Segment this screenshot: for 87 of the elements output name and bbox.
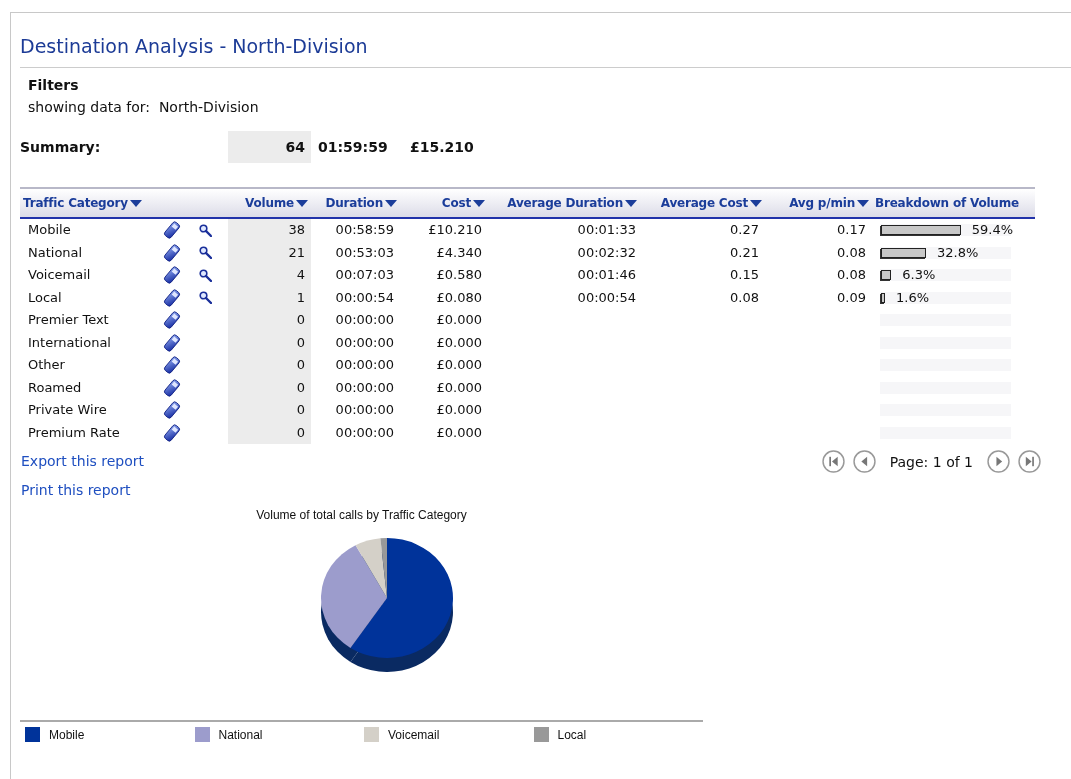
category-cell-text: Premium Rate xyxy=(27,423,121,442)
search-icon[interactable] xyxy=(199,268,212,282)
category-cell-text: Other xyxy=(27,356,66,374)
average-cost-cell-text: 0.08 xyxy=(729,288,760,307)
price-per-minute-cell-text: 0.09 xyxy=(836,288,867,307)
search-icon[interactable] xyxy=(199,223,212,237)
category-cell-text: International xyxy=(27,333,112,352)
column-header[interactable]: Breakdown of Volume xyxy=(872,196,1035,210)
price-per-minute-cell-text: 0.08 xyxy=(836,243,867,262)
cost-cell-text: £4.340 xyxy=(435,243,483,262)
filter-text: showing data for: North-Division xyxy=(28,98,260,117)
first-page-icon[interactable] xyxy=(821,450,845,473)
duration-cell-text: 00:00:00 xyxy=(334,401,395,419)
column-header[interactable]: Cost xyxy=(400,196,488,210)
cost-cell-text: £0.000 xyxy=(435,311,483,329)
legend-label: National xyxy=(218,727,263,742)
volume-cell: 0 xyxy=(228,354,311,377)
chart-title: Volume of total calls by Traffic Category xyxy=(255,507,468,524)
percentage-text: 59.4% xyxy=(971,221,1014,239)
volume-cell: 4 xyxy=(228,264,311,287)
category-cell-text: Premier Text xyxy=(27,311,110,329)
duration-cell-text: 00:53:03 xyxy=(334,243,395,262)
duration-cell-text: 00:00:54 xyxy=(334,288,395,307)
price-per-minute-cell-text: 0.08 xyxy=(836,266,867,284)
average-duration-cell-text: 00:01:46 xyxy=(576,266,637,284)
column-header[interactable]: Average Cost xyxy=(640,196,765,210)
legend-label: Local xyxy=(557,727,587,742)
volume-cell: 0 xyxy=(228,376,311,399)
duration-cell-text: 00:00:00 xyxy=(334,333,395,352)
category-cell-text: Mobile xyxy=(27,221,72,239)
average-duration-cell-text: 00:02:32 xyxy=(576,243,637,262)
cost-cell-text: £0.000 xyxy=(435,401,483,419)
volume-cell: 0 xyxy=(228,421,311,444)
price-per-minute-cell-text: 0.17 xyxy=(836,221,867,239)
duration-cell-text: 00:00:00 xyxy=(334,378,395,397)
percentage-text: 1.6% xyxy=(896,288,930,307)
duration-cell-text: 00:00:00 xyxy=(334,311,395,329)
search-icon[interactable] xyxy=(199,291,212,305)
cost-cell-text: £0.000 xyxy=(435,333,483,352)
summary-label: Summary: xyxy=(20,139,102,155)
duration-cell-text: 00:58:59 xyxy=(334,221,395,239)
page-indicator: Page: 1 of 1 xyxy=(889,453,973,470)
average-cost-cell-text: 0.21 xyxy=(729,243,760,262)
duration-cell-text: 00:07:03 xyxy=(334,266,395,284)
cost-cell-text: £0.080 xyxy=(435,288,483,307)
duration-cell-text: 00:00:00 xyxy=(334,423,395,442)
volume-cell: 0 xyxy=(228,309,311,332)
search-icon[interactable] xyxy=(199,246,212,260)
average-cost-cell-text: 0.27 xyxy=(729,221,760,239)
volume-cell: 0 xyxy=(228,399,311,422)
filters-heading: Filters xyxy=(28,76,80,95)
category-cell-text: Roamed xyxy=(27,378,83,397)
page-title: Destination Analysis - North-Division xyxy=(20,13,1071,68)
cost-cell-text: £0.000 xyxy=(435,378,483,397)
average-duration-cell-text: 00:00:54 xyxy=(576,288,637,307)
last-page-icon[interactable] xyxy=(1018,450,1041,473)
summary-cost: £15.210 xyxy=(409,139,475,155)
category-cell-text: National xyxy=(27,243,84,262)
average-cost-cell-text: 0.15 xyxy=(729,266,760,284)
legend-label: Voicemail xyxy=(388,727,440,742)
cost-cell-text: £0.000 xyxy=(435,423,483,442)
legend-label: Mobile xyxy=(49,727,85,742)
column-header[interactable]: Average Duration xyxy=(488,196,640,210)
category-cell-text: Local xyxy=(27,288,63,307)
summary-duration: 01:59:59 xyxy=(317,139,389,155)
volume-cell: 1 xyxy=(228,286,311,309)
prev-page-icon[interactable] xyxy=(852,450,876,473)
cost-cell-text: £10.210 xyxy=(427,221,483,239)
column-header[interactable]: Avg p/min xyxy=(765,196,872,210)
category-cell-text: Private Wire xyxy=(27,401,108,419)
volume-cell: 0 xyxy=(228,331,311,354)
column-header[interactable]: Volume xyxy=(228,196,311,210)
category-cell-text: Voicemail xyxy=(27,266,92,284)
average-duration-cell-text: 00:01:33 xyxy=(576,221,637,239)
column-header[interactable]: Duration xyxy=(311,196,400,210)
report-link[interactable]: Print this report xyxy=(21,476,131,505)
cost-cell-text: £0.580 xyxy=(435,266,483,284)
column-header[interactable]: Traffic Category xyxy=(20,196,228,210)
duration-cell-text: 00:00:00 xyxy=(334,356,395,374)
summary-volume: 64 xyxy=(228,131,311,163)
volume-cell: 21 xyxy=(228,241,311,264)
volume-cell: 38 xyxy=(228,219,311,242)
report-link[interactable]: Export this report xyxy=(21,447,145,476)
cost-cell-text: £0.000 xyxy=(435,356,483,374)
percentage-text: 32.8% xyxy=(936,243,979,262)
next-page-icon[interactable] xyxy=(987,450,1010,473)
percentage-text: 6.3% xyxy=(902,266,936,284)
